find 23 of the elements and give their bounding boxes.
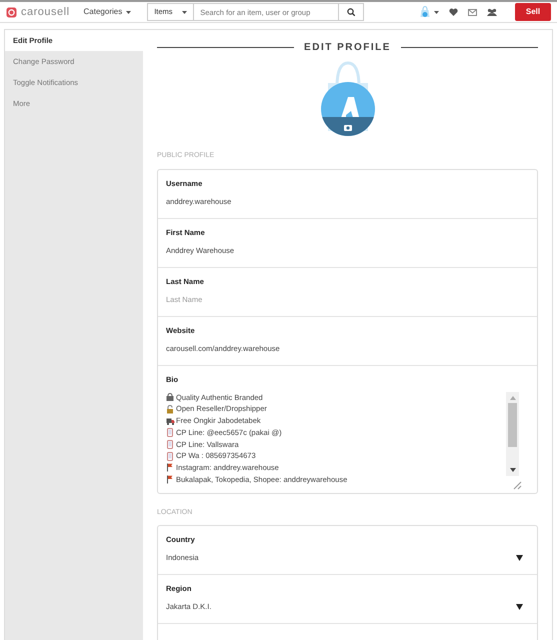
avatar-picture[interactable]: [320, 61, 376, 137]
page-title: EDIT PROFILE: [303, 41, 392, 55]
heart-icon[interactable]: [449, 8, 458, 16]
resize-grip-icon[interactable]: [513, 480, 522, 490]
search-icon: [347, 8, 356, 16]
dropdown-arrow-icon: [516, 604, 523, 610]
scrollbar[interactable]: [506, 392, 519, 476]
sell-button[interactable]: Sell: [515, 3, 551, 21]
lock-icon: [166, 404, 175, 414]
logo-icon[interactable]: [6, 6, 17, 18]
caret-icon[interactable]: [434, 10, 439, 14]
flag-icon: [166, 475, 175, 484]
categories-dropdown[interactable]: Categories: [84, 6, 132, 18]
caret-icon: [182, 10, 188, 14]
logo-text[interactable]: carousell: [21, 4, 70, 20]
search-button[interactable]: [339, 3, 364, 21]
group-icon[interactable]: [487, 8, 497, 16]
caret-icon: [126, 10, 132, 14]
dropdown-arrow-icon: [516, 554, 523, 561]
scroll-down-icon[interactable]: [510, 468, 516, 472]
mail-icon[interactable]: [468, 8, 477, 16]
flag-icon: [166, 463, 175, 472]
truck-icon: [166, 416, 175, 426]
